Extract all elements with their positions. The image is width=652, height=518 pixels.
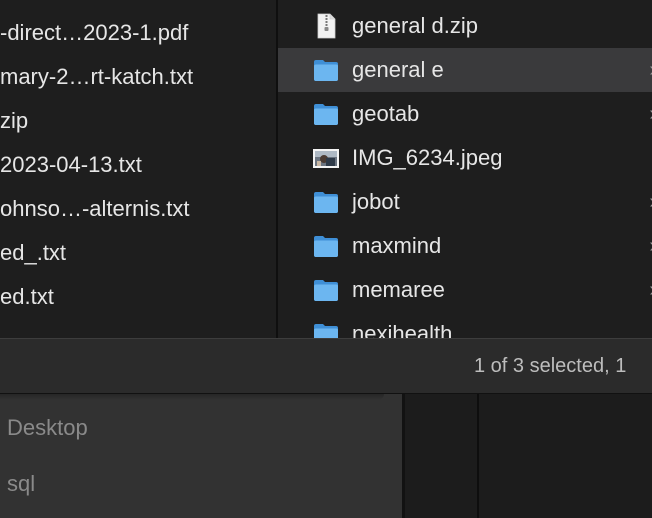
file-row[interactable]: ohnso…-alternis.txt [0, 187, 276, 231]
folder-name: geotab [352, 101, 420, 126]
folder-name: jobot [352, 189, 400, 214]
folder-row[interactable]: geotab › [278, 92, 652, 136]
file-row[interactable]: general d.zip [278, 4, 652, 48]
sidebar: Desktop sql [0, 394, 402, 518]
folder-row-selected[interactable]: general e › [278, 48, 652, 92]
folder-name: memaree [352, 277, 445, 302]
file-name: 2023-04-13.txt [0, 152, 142, 177]
file-name: ed_.txt [0, 240, 67, 265]
folder-name: general e [352, 57, 444, 82]
folder-name: maxmind [352, 233, 442, 258]
sidebar-item-sql[interactable]: sql [7, 471, 35, 497]
sidebar-item-desktop[interactable]: Desktop [7, 415, 88, 441]
file-name: general d.zip [352, 13, 478, 38]
finder-column-right: general d.zip general e › geotab › [278, 0, 652, 338]
background-panel [479, 394, 652, 518]
folder-icon [314, 280, 338, 301]
file-row[interactable]: ed.txt [0, 275, 276, 319]
sidebar-shadow [0, 394, 384, 400]
folder-row[interactable]: nexihealth [278, 312, 652, 338]
background-panel [405, 394, 477, 518]
finder-column-left: -direct…2023-1.pdf mary-2…rt-katch.txt z… [0, 0, 276, 338]
folder-icon [314, 192, 338, 213]
file-name: ohnso…-alternis.txt [0, 196, 190, 221]
file-row[interactable]: zip [0, 99, 276, 143]
selection-status: 1 of 3 selected, 1 [474, 355, 627, 377]
zip-file-icon [317, 13, 336, 39]
finder-window: -direct…2023-1.pdf mary-2…rt-katch.txt z… [0, 0, 652, 518]
folder-icon [314, 60, 338, 81]
file-row[interactable]: -direct…2023-1.pdf [0, 11, 276, 55]
file-row[interactable]: IMG_6234.jpeg [278, 136, 652, 180]
folder-icon [314, 104, 338, 125]
file-row[interactable]: ed_.txt [0, 231, 276, 275]
file-row[interactable]: 2023-04-13.txt [0, 143, 276, 187]
folder-row[interactable]: maxmind › [278, 224, 652, 268]
folder-name: nexihealth [352, 321, 453, 338]
folder-icon [314, 236, 338, 257]
file-name: IMG_6234.jpeg [352, 145, 503, 170]
file-name: zip [0, 108, 29, 133]
window-bottom-region: Desktop sql [0, 394, 652, 518]
file-name: -direct…2023-1.pdf [0, 20, 189, 45]
folder-icon [314, 324, 338, 338]
file-name: ed.txt [0, 284, 54, 309]
folder-row[interactable]: jobot › [278, 180, 652, 224]
folder-row[interactable]: memaree › [278, 268, 652, 312]
image-file-icon [313, 149, 339, 168]
file-row[interactable]: mary-2…rt-katch.txt [0, 55, 276, 99]
status-bar: 1 of 3 selected, 1 [0, 338, 652, 394]
file-name: mary-2…rt-katch.txt [0, 64, 194, 89]
